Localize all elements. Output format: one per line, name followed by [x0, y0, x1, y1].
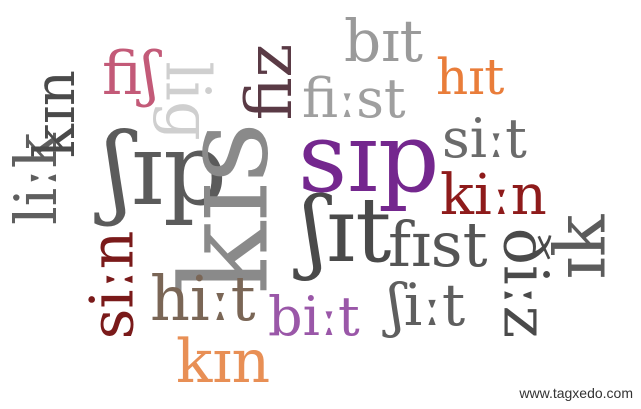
- word-fis: fiʃ: [102, 39, 159, 109]
- word-fist: fɪst: [388, 208, 488, 281]
- word-hiit: hiːt: [150, 262, 256, 335]
- word-bit: bɪt: [344, 7, 423, 75]
- word-cloud: liːk kɪn siːn fiʃ liɡ fiz bɪt hɪt ʃɪp kɪ…: [0, 0, 641, 409]
- word-shiit: ʃiːt: [388, 271, 466, 339]
- word-sit: ʃɪt: [302, 178, 392, 283]
- word-dhiiz: ðiːz: [489, 227, 563, 339]
- tagxedo-watermark: www.tagxedo.com: [519, 385, 633, 401]
- word-biit: biːt: [268, 285, 360, 348]
- word-fiz: fiz: [233, 43, 308, 121]
- word-kin: kɪn: [22, 70, 88, 158]
- word-siin: siːn: [77, 230, 148, 340]
- word-hit: hɪt: [436, 48, 505, 106]
- word-kin2: kɪn: [176, 327, 271, 397]
- word-siit: siːt: [442, 107, 527, 170]
